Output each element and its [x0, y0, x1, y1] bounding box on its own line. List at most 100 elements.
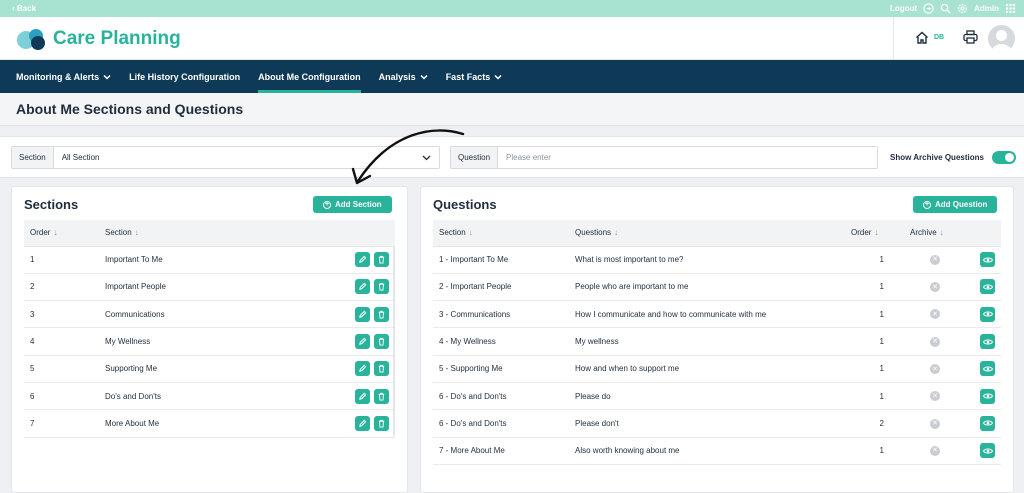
table-row[interactable]: 5 Supporting Me: [24, 355, 395, 383]
questions-column-header[interactable]: Questions ↓: [569, 220, 845, 247]
care-planning-logo[interactable]: [15, 27, 49, 51]
nav-about-me-configuration[interactable]: About Me Configuration: [258, 60, 362, 93]
archive-column-header[interactable]: Archive ↓: [904, 220, 966, 247]
view-cell: [966, 327, 1001, 356]
table-row[interactable]: 3 Communications: [24, 300, 395, 329]
section-name: My Wellness: [99, 327, 307, 356]
nav-monitoring-alerts[interactable]: Monitoring & Alerts: [16, 60, 111, 93]
table-row[interactable]: 5 - Supporting Me How and when to support…: [433, 355, 1001, 383]
table-row[interactable]: 1 Important To Me: [24, 246, 395, 274]
gear-icon[interactable]: [957, 3, 968, 14]
archive-x-icon[interactable]: ✕: [930, 418, 940, 429]
table-row[interactable]: 1 - Important To Me What is most importan…: [433, 246, 1001, 274]
section-order: 6: [24, 382, 99, 411]
view-eye-icon[interactable]: [980, 279, 995, 295]
table-row[interactable]: 2 Important People: [24, 273, 395, 302]
archive-x-icon[interactable]: ✕: [930, 282, 940, 293]
delete-trash-icon[interactable]: [374, 415, 389, 431]
archive-x-icon[interactable]: ✕: [930, 254, 940, 265]
archive-cell: ✕: [904, 382, 966, 411]
nav-life-history-configuration[interactable]: Life History Configuration: [129, 60, 240, 93]
search-icon[interactable]: [940, 3, 951, 14]
archive-x-icon[interactable]: ✕: [930, 336, 940, 347]
table-row[interactable]: 7 More About Me: [24, 409, 395, 438]
user-avatar[interactable]: [988, 25, 1015, 52]
sort-arrow-icon: ↓: [874, 228, 879, 238]
back-link[interactable]: ‹ Back: [12, 4, 36, 13]
section-order: 2: [24, 273, 99, 302]
question-order: 1: [845, 327, 904, 356]
edit-pencil-icon[interactable]: [355, 388, 370, 404]
plus-circle-icon: +: [323, 200, 331, 209]
app-header: Care Planning DB: [0, 17, 1024, 60]
delete-trash-icon[interactable]: [374, 334, 389, 350]
sections-scrollbar[interactable]: [393, 246, 395, 436]
sort-arrow-icon: ↓: [468, 228, 473, 238]
archive-cell: ✕: [904, 437, 966, 465]
delete-trash-icon[interactable]: [374, 306, 389, 322]
table-row[interactable]: 4 - My Wellness My wellness 1 ✕: [433, 327, 1001, 356]
archive-cell: ✕: [904, 300, 966, 329]
archive-x-icon[interactable]: ✕: [930, 309, 940, 320]
edit-pencil-icon[interactable]: [355, 415, 370, 431]
user-name[interactable]: Admin: [974, 4, 999, 13]
edit-pencil-icon[interactable]: [355, 361, 370, 377]
brand-name[interactable]: Care Planning: [53, 28, 181, 50]
page-title: About Me Sections and Questions: [16, 101, 244, 117]
table-row[interactable]: 7 - More About Me Also worth knowing abou…: [433, 437, 1001, 465]
view-cell: [966, 355, 1001, 383]
logout-icon[interactable]: [923, 3, 934, 14]
delete-trash-icon[interactable]: [374, 361, 389, 377]
view-eye-icon[interactable]: [980, 388, 995, 404]
edit-pencil-icon[interactable]: [355, 306, 370, 322]
question-filter[interactable]: Question: [450, 146, 878, 169]
home-badge[interactable]: DB: [934, 34, 944, 41]
table-row[interactable]: 3 - Communications How I communicate and …: [433, 300, 1001, 329]
home-icon[interactable]: [915, 31, 929, 49]
nav-item-label: Monitoring & Alerts: [16, 71, 100, 82]
add-question-button[interactable]: + Add Question: [913, 196, 998, 213]
order-column-header[interactable]: Order ↓: [24, 220, 99, 247]
nav-fast-facts[interactable]: Fast Facts: [446, 60, 503, 93]
view-eye-icon[interactable]: [980, 306, 995, 322]
order-column-header[interactable]: Order ↓: [845, 220, 904, 247]
sections-table: Order ↓ Section ↓ 1 Important To Me 2 Importa…: [24, 220, 395, 438]
top-bar-actions: Logout Admin: [890, 3, 1016, 14]
question-order: 1: [845, 246, 904, 274]
apps-grid-icon[interactable]: [1005, 3, 1016, 14]
print-icon[interactable]: [963, 30, 978, 49]
section-order: 1: [24, 246, 99, 274]
section-column-header[interactable]: Section ↓: [433, 220, 569, 247]
show-archive-toggle[interactable]: [992, 151, 1016, 164]
add-section-button[interactable]: + Add Section: [313, 196, 392, 213]
section-order: 7: [24, 409, 99, 438]
view-eye-icon[interactable]: [980, 443, 995, 459]
archive-x-icon[interactable]: ✕: [930, 364, 940, 375]
delete-trash-icon[interactable]: [374, 252, 389, 268]
question-section: 2 - Important People: [433, 273, 569, 302]
view-eye-icon[interactable]: [980, 334, 995, 350]
edit-pencil-icon[interactable]: [355, 334, 370, 350]
table-row[interactable]: 6 - Do's and Don'ts Please do 1 ✕: [433, 382, 1001, 411]
view-eye-icon[interactable]: [980, 415, 995, 431]
table-row[interactable]: 4 My Wellness: [24, 327, 395, 356]
archive-cell: ✕: [904, 409, 966, 438]
table-row[interactable]: 6 Do's and Don'ts: [24, 382, 395, 411]
nav-analysis[interactable]: Analysis: [379, 60, 428, 93]
question-text: Please don't: [569, 409, 845, 438]
edit-pencil-icon[interactable]: [355, 252, 370, 268]
question-search-input[interactable]: [498, 147, 877, 168]
edit-pencil-icon[interactable]: [355, 279, 370, 295]
table-row[interactable]: 2 - Important People People who are impor…: [433, 273, 1001, 302]
section-column-header[interactable]: Section ↓: [99, 220, 307, 247]
delete-trash-icon[interactable]: [374, 279, 389, 295]
delete-trash-icon[interactable]: [374, 388, 389, 404]
archive-x-icon[interactable]: ✕: [930, 391, 940, 402]
nav-item-label: About Me Configuration: [258, 71, 361, 82]
table-row[interactable]: 6 - Do's and Don'ts Please don't 2 ✕: [433, 409, 1001, 438]
view-eye-icon[interactable]: [980, 361, 995, 377]
archive-x-icon[interactable]: ✕: [930, 445, 940, 456]
question-section: 1 - Important To Me: [433, 246, 569, 274]
view-eye-icon[interactable]: [980, 252, 995, 268]
logout-link[interactable]: Logout: [890, 4, 917, 13]
